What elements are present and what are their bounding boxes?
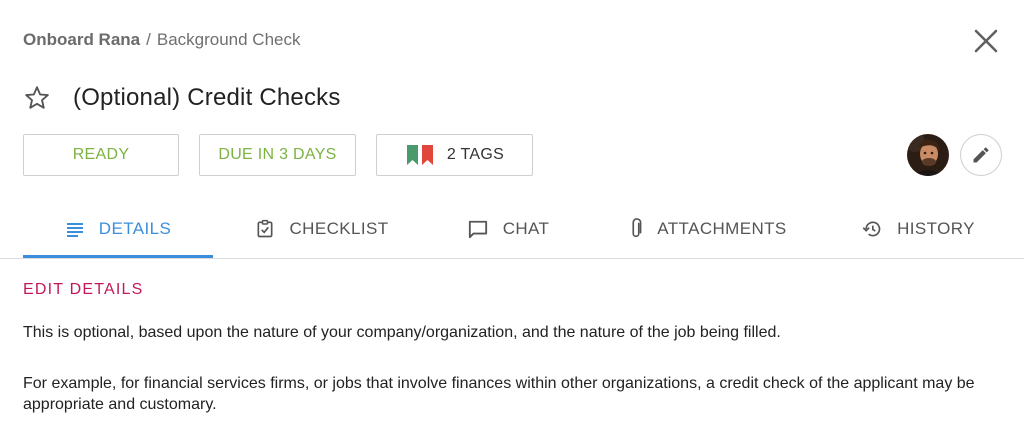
close-icon[interactable] [972,27,1000,55]
tab-chat[interactable]: CHAT [443,200,573,258]
star-icon[interactable] [23,84,51,112]
bookmark-tags-icon [406,145,433,165]
tab-attachments[interactable]: ATTACHMENTS [613,200,803,258]
tab-bar: DETAILS CHECKLIST CHAT ATTACHMENTS HISTO… [23,200,1024,259]
edit-button[interactable] [960,134,1002,176]
tab-attachments-label: ATTACHMENTS [657,219,787,238]
edit-details-heading[interactable]: EDIT DETAILS [23,281,144,299]
checklist-icon [257,219,273,238]
due-date-chip-label: DUE IN 3 DAYS [218,146,337,163]
paperclip-icon [632,218,642,238]
tab-history-label: HISTORY [897,219,975,238]
tags-chip-label: 2 TAGS [446,146,505,163]
breadcrumb-separator: / [146,30,151,49]
tab-checklist-label: CHECKLIST [289,219,389,238]
tab-history[interactable]: HISTORY [838,200,998,258]
status-chip-label: READY [72,146,130,163]
tab-checklist[interactable]: CHECKLIST [237,200,407,258]
tab-details-label: DETAILS [98,219,172,238]
due-date-chip[interactable]: DUE IN 3 DAYS [199,134,356,176]
chat-bubble-icon [468,220,487,239]
tags-chip[interactable]: 2 TAGS [376,134,533,176]
title-row: (Optional) Credit Checks [23,82,341,114]
tab-details[interactable]: DETAILS [23,200,213,258]
tab-chat-label: CHAT [502,219,550,238]
details-list-icon [66,223,83,237]
breadcrumb: Onboard Rana / Background Check [23,30,301,50]
breadcrumb-current[interactable]: Background Check [157,30,301,49]
details-paragraph-1: This is optional, based upon the nature … [23,324,781,341]
breadcrumb-parent[interactable]: Onboard Rana [23,30,140,49]
task-title: (Optional) Credit Checks [73,84,341,111]
status-chip[interactable]: READY [23,134,179,176]
avatar[interactable] [907,134,949,176]
tab-divider [0,258,1024,259]
active-tab-indicator [23,255,213,258]
pencil-icon [973,147,989,163]
details-paragraph-2: For example, for financial services firm… [23,375,975,413]
history-icon [862,221,881,237]
